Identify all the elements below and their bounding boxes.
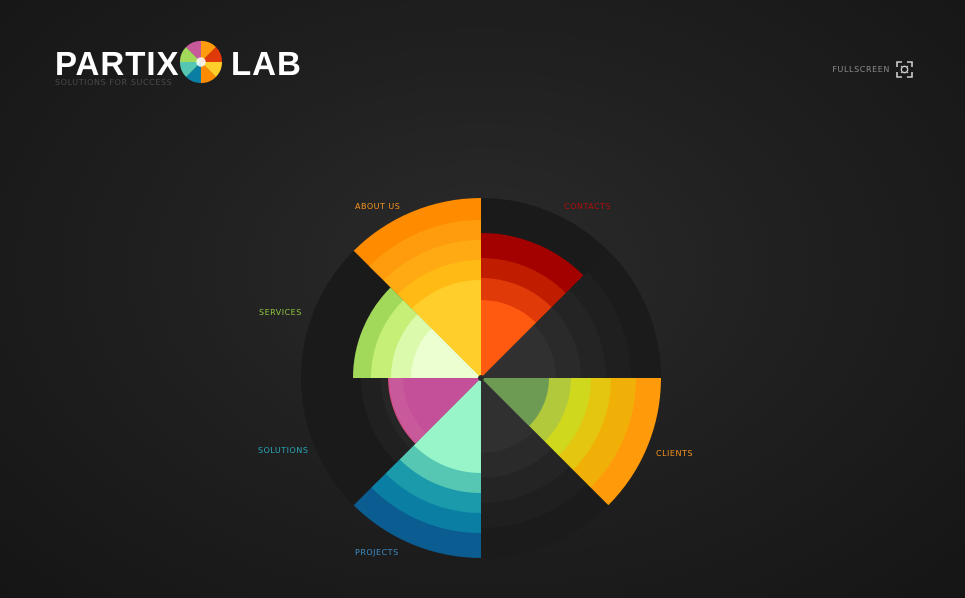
menu-wheel xyxy=(301,198,661,558)
menu-label-about-us[interactable]: ABOUT US xyxy=(355,202,400,212)
menu-label-services[interactable]: SERVICES xyxy=(259,308,302,318)
menu-label-clients[interactable]: CLIENTS xyxy=(656,449,693,459)
menu-label-projects[interactable]: PROJECTS xyxy=(355,548,399,558)
wheel-hub xyxy=(478,375,484,381)
menu-label-solutions[interactable]: SOLUTIONS xyxy=(258,446,308,456)
menu-label-contacts[interactable]: CONTACTS xyxy=(564,202,611,212)
